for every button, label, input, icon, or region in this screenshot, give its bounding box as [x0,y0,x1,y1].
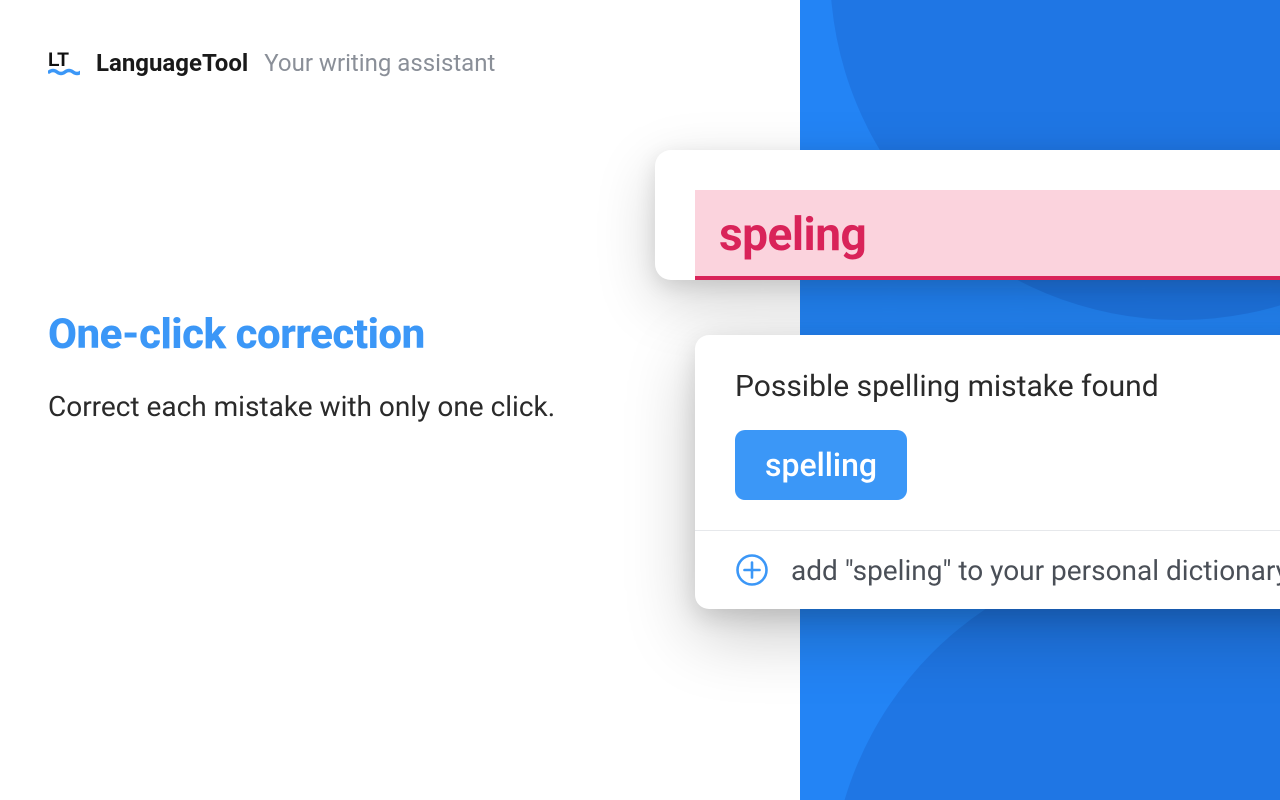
plus-circle-icon [735,553,769,587]
hero-section: One-click correction Correct each mistak… [48,310,568,431]
popup-body: Possible spelling mistake found spelling [695,335,1280,530]
tagline: Your writing assistant [264,49,495,77]
error-highlight[interactable]: speling [695,190,1280,280]
header: LT LanguageTool Your writing assistant [48,48,495,78]
suggestion-popup: Possible spelling mistake found spelling… [695,335,1280,609]
add-to-dictionary-row[interactable]: add "speling" to your personal dictionar… [695,530,1280,609]
popup-message: Possible spelling mistake found [735,369,1280,404]
hero-headline: One-click correction [48,310,568,359]
suggestion-button[interactable]: spelling [735,430,907,500]
add-to-dictionary-label: add "speling" to your personal dictionar… [791,554,1280,587]
brand-name: LanguageTool [96,49,248,77]
hero-description: Correct each mistake with only one click… [48,383,568,431]
editor-card: speling [655,150,1280,280]
svg-text:LT: LT [48,50,69,71]
languagetool-logo-icon: LT [48,48,80,78]
